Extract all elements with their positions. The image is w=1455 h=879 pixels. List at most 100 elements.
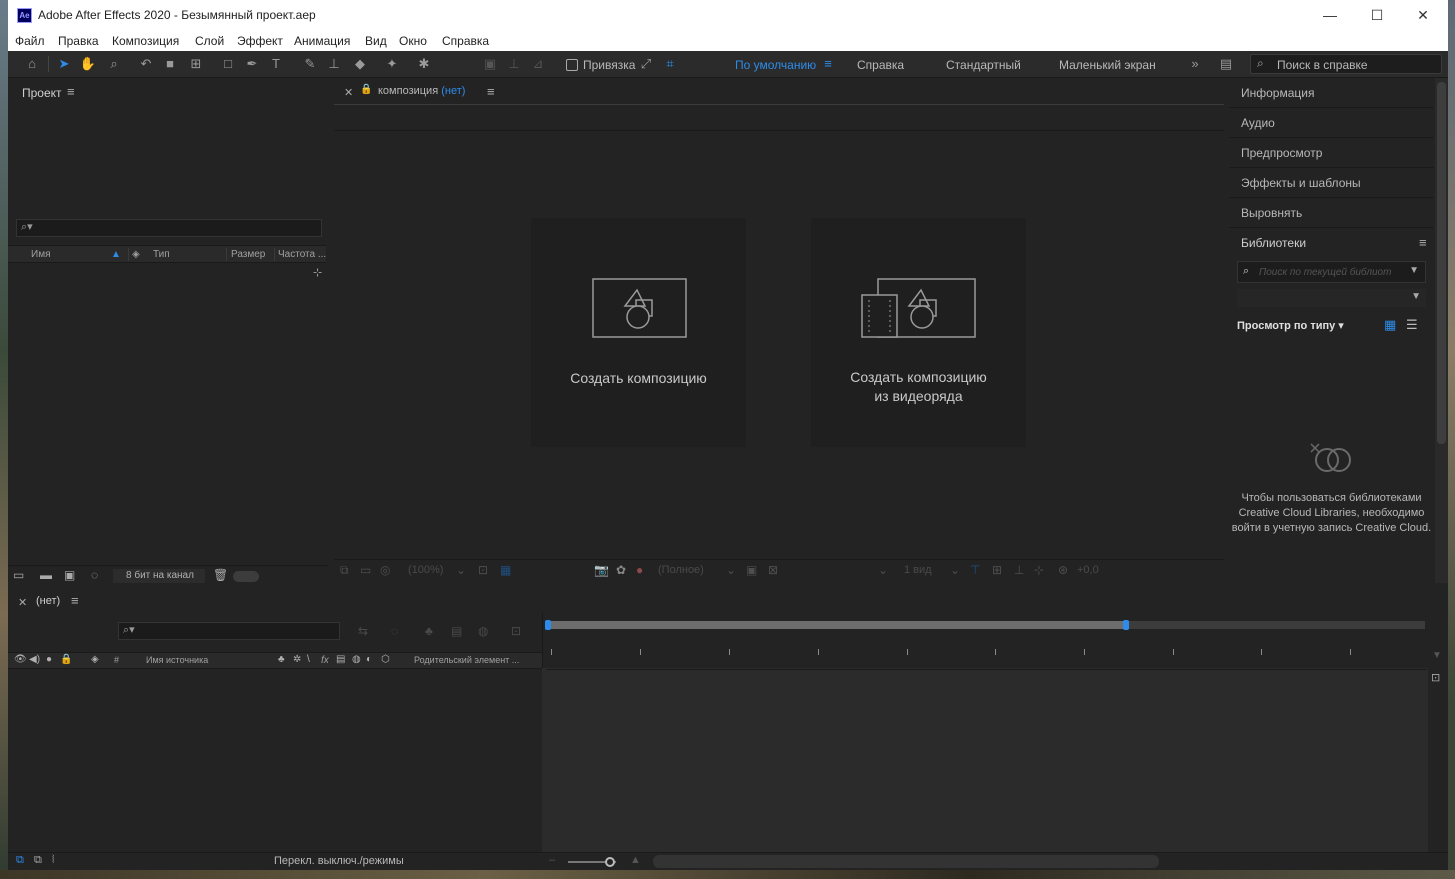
home-icon[interactable]: ⌂: [22, 55, 42, 73]
view-axis-icon[interactable]: ⊿: [528, 55, 548, 73]
graph-editor-icon[interactable]: ⊡: [511, 624, 521, 638]
composition-panel-menu-icon[interactable]: ≡: [487, 84, 495, 99]
draft-3d-icon[interactable]: ◌: [391, 624, 398, 638]
toggle-switches-modes[interactable]: Перекл. выключ./режимы: [274, 855, 404, 867]
thumbnail-size-slider[interactable]: [233, 571, 259, 582]
region-of-interest-icon[interactable]: ▣: [746, 563, 757, 577]
snapshot-icon[interactable]: 📷: [594, 563, 609, 577]
local-axis-icon[interactable]: ▣: [480, 55, 500, 73]
adjustment-layer-switch-icon[interactable]: ◐: [366, 654, 372, 665]
flowchart-icon[interactable]: ⊹: [313, 266, 322, 279]
work-area-range[interactable]: [547, 621, 1127, 629]
workspaces-overflow-icon[interactable]: »: [1185, 55, 1205, 73]
toggle-pixel-aspect-icon[interactable]: ⊤: [970, 563, 980, 577]
exposure-icon[interactable]: ⊛: [1058, 563, 1068, 577]
column-source-name[interactable]: Имя источника: [146, 655, 208, 665]
zoom-out-icon[interactable]: ▼: [1432, 650, 1442, 661]
puppet-tool-icon[interactable]: ✱: [414, 55, 434, 73]
trash-icon[interactable]: 🗑: [213, 568, 228, 582]
rectangle-tool-icon[interactable]: □: [218, 55, 238, 73]
work-area-bar[interactable]: [545, 620, 1425, 630]
help-search-input[interactable]: ⌕ Поиск в справке: [1250, 54, 1442, 74]
menu-view[interactable]: Вид: [365, 34, 387, 48]
in-out-toggle-icon[interactable]: ⦚: [52, 854, 54, 867]
bit-depth-button[interactable]: 8 бит на канал: [113, 569, 205, 583]
fast-preview-icon[interactable]: ⊞: [992, 563, 1002, 577]
close-button[interactable]: ✕: [1400, 0, 1446, 31]
hand-tool-icon[interactable]: ✋: [78, 55, 98, 73]
list-view-icon[interactable]: ☰: [1406, 317, 1418, 333]
lock-icon[interactable]: 🔒: [60, 654, 72, 665]
panel-audio[interactable]: Аудио: [1229, 108, 1434, 138]
magnification-dropdown[interactable]: (100%): [408, 564, 443, 576]
frame-blending-icon[interactable]: ▤: [451, 624, 462, 638]
project-settings-icon[interactable]: ◌: [91, 568, 98, 582]
panel-effects-presets[interactable]: Эффекты и шаблоны: [1229, 168, 1434, 198]
zoom-tool-icon[interactable]: ⌕: [104, 55, 124, 73]
chevron-down-icon[interactable]: ▼: [1409, 265, 1419, 276]
new-folder-icon[interactable]: ▬: [40, 568, 52, 582]
column-type[interactable]: Тип: [153, 249, 170, 260]
workspace-help[interactable]: Справка: [857, 58, 904, 72]
layer-switches-toggle-icon[interactable]: ⧉: [16, 854, 24, 867]
timeline-vertical-scrollbar[interactable]: ▼ ⊡: [1428, 612, 1448, 852]
zoom-in-icon[interactable]: ▲: [630, 854, 641, 866]
close-tab-icon[interactable]: ✕: [344, 86, 353, 99]
show-snapshot-icon[interactable]: ✿: [616, 563, 626, 577]
world-axis-icon[interactable]: ⊥: [504, 55, 524, 73]
timeline-search-input[interactable]: ⌕▾: [118, 622, 340, 640]
scrollbar-thumb[interactable]: [1437, 82, 1446, 444]
solo-icon[interactable]: ●: [46, 654, 52, 665]
maximize-button[interactable]: ☐: [1354, 0, 1400, 31]
view-layout-dropdown[interactable]: 1 вид: [904, 564, 932, 576]
work-area-start-handle[interactable]: [545, 620, 551, 630]
menu-window[interactable]: Окно: [399, 34, 427, 48]
menu-composition[interactable]: Композиция: [112, 34, 179, 48]
timeline-menu-icon[interactable]: ≡: [71, 593, 79, 608]
panel-info[interactable]: Информация: [1229, 78, 1434, 108]
column-parent[interactable]: Родительский элемент ...: [414, 655, 519, 665]
interpret-footage-icon[interactable]: ▭: [13, 568, 24, 582]
new-composition-from-footage-card[interactable]: Создать композицию из видеоряда: [811, 218, 1026, 447]
close-tab-icon[interactable]: ✕: [18, 596, 27, 609]
fx-switch-icon[interactable]: fx: [321, 655, 329, 666]
timeline-layers-area[interactable]: [547, 669, 1427, 852]
workspace-standard[interactable]: Стандартный: [946, 58, 1021, 72]
mask-visibility-icon[interactable]: ◎: [380, 563, 390, 577]
flowchart-icon[interactable]: ⊹: [1034, 563, 1044, 577]
workspace-small-screen[interactable]: Маленький экран: [1059, 58, 1156, 72]
label-tag-icon[interactable]: ◈: [91, 654, 99, 665]
menu-animation[interactable]: Анимация: [294, 34, 350, 48]
snap-target-icon[interactable]: ⌗: [660, 55, 680, 73]
work-area-end-handle[interactable]: [1123, 620, 1130, 630]
view-by-type-dropdown[interactable]: Просмотр по типу ▾: [1237, 319, 1344, 332]
video-eye-icon[interactable]: 👁: [14, 654, 27, 665]
frame-blend-switch-icon[interactable]: ▤: [336, 654, 345, 665]
timeline-horizontal-scrollbar[interactable]: [653, 855, 1159, 868]
chevron-down-icon[interactable]: ⌄: [726, 563, 736, 577]
project-panel-menu-icon[interactable]: ≡: [67, 84, 75, 99]
quality-switch-icon[interactable]: \: [307, 654, 310, 665]
roto-brush-tool-icon[interactable]: ✦: [382, 55, 402, 73]
pan-behind-tool-icon[interactable]: ⊞: [186, 55, 206, 73]
timeline-tab-title[interactable]: (нет): [36, 595, 60, 607]
rotate-tool-icon[interactable]: ↶: [136, 55, 156, 73]
project-panel-title[interactable]: Проект: [22, 86, 62, 100]
new-composition-icon[interactable]: ▣: [64, 568, 75, 582]
resolution-dropdown[interactable]: (Полное): [658, 564, 704, 576]
always-preview-icon[interactable]: ⧉: [340, 563, 349, 578]
menu-help[interactable]: Справка: [442, 34, 489, 48]
grid-view-icon[interactable]: ▦: [1384, 317, 1396, 333]
column-name[interactable]: Имя: [31, 249, 50, 260]
clone-stamp-tool-icon[interactable]: ⊥: [324, 55, 344, 73]
menu-file[interactable]: Файл: [15, 34, 45, 48]
exposure-value[interactable]: +0,0: [1077, 564, 1099, 576]
minimize-button[interactable]: —: [1307, 0, 1353, 31]
shy-layers-icon[interactable]: ♣: [425, 624, 433, 638]
menu-layer[interactable]: Слой: [195, 34, 224, 48]
lock-icon[interactable]: 🔒: [360, 84, 372, 95]
library-search-input[interactable]: ⌕ Поиск по текущей библиот ▼: [1237, 261, 1426, 283]
shy-switch-icon[interactable]: ♣: [278, 654, 285, 665]
panel-preview[interactable]: Предпросмотр: [1229, 138, 1434, 168]
comp-button-icon[interactable]: ⊡: [1431, 671, 1440, 684]
